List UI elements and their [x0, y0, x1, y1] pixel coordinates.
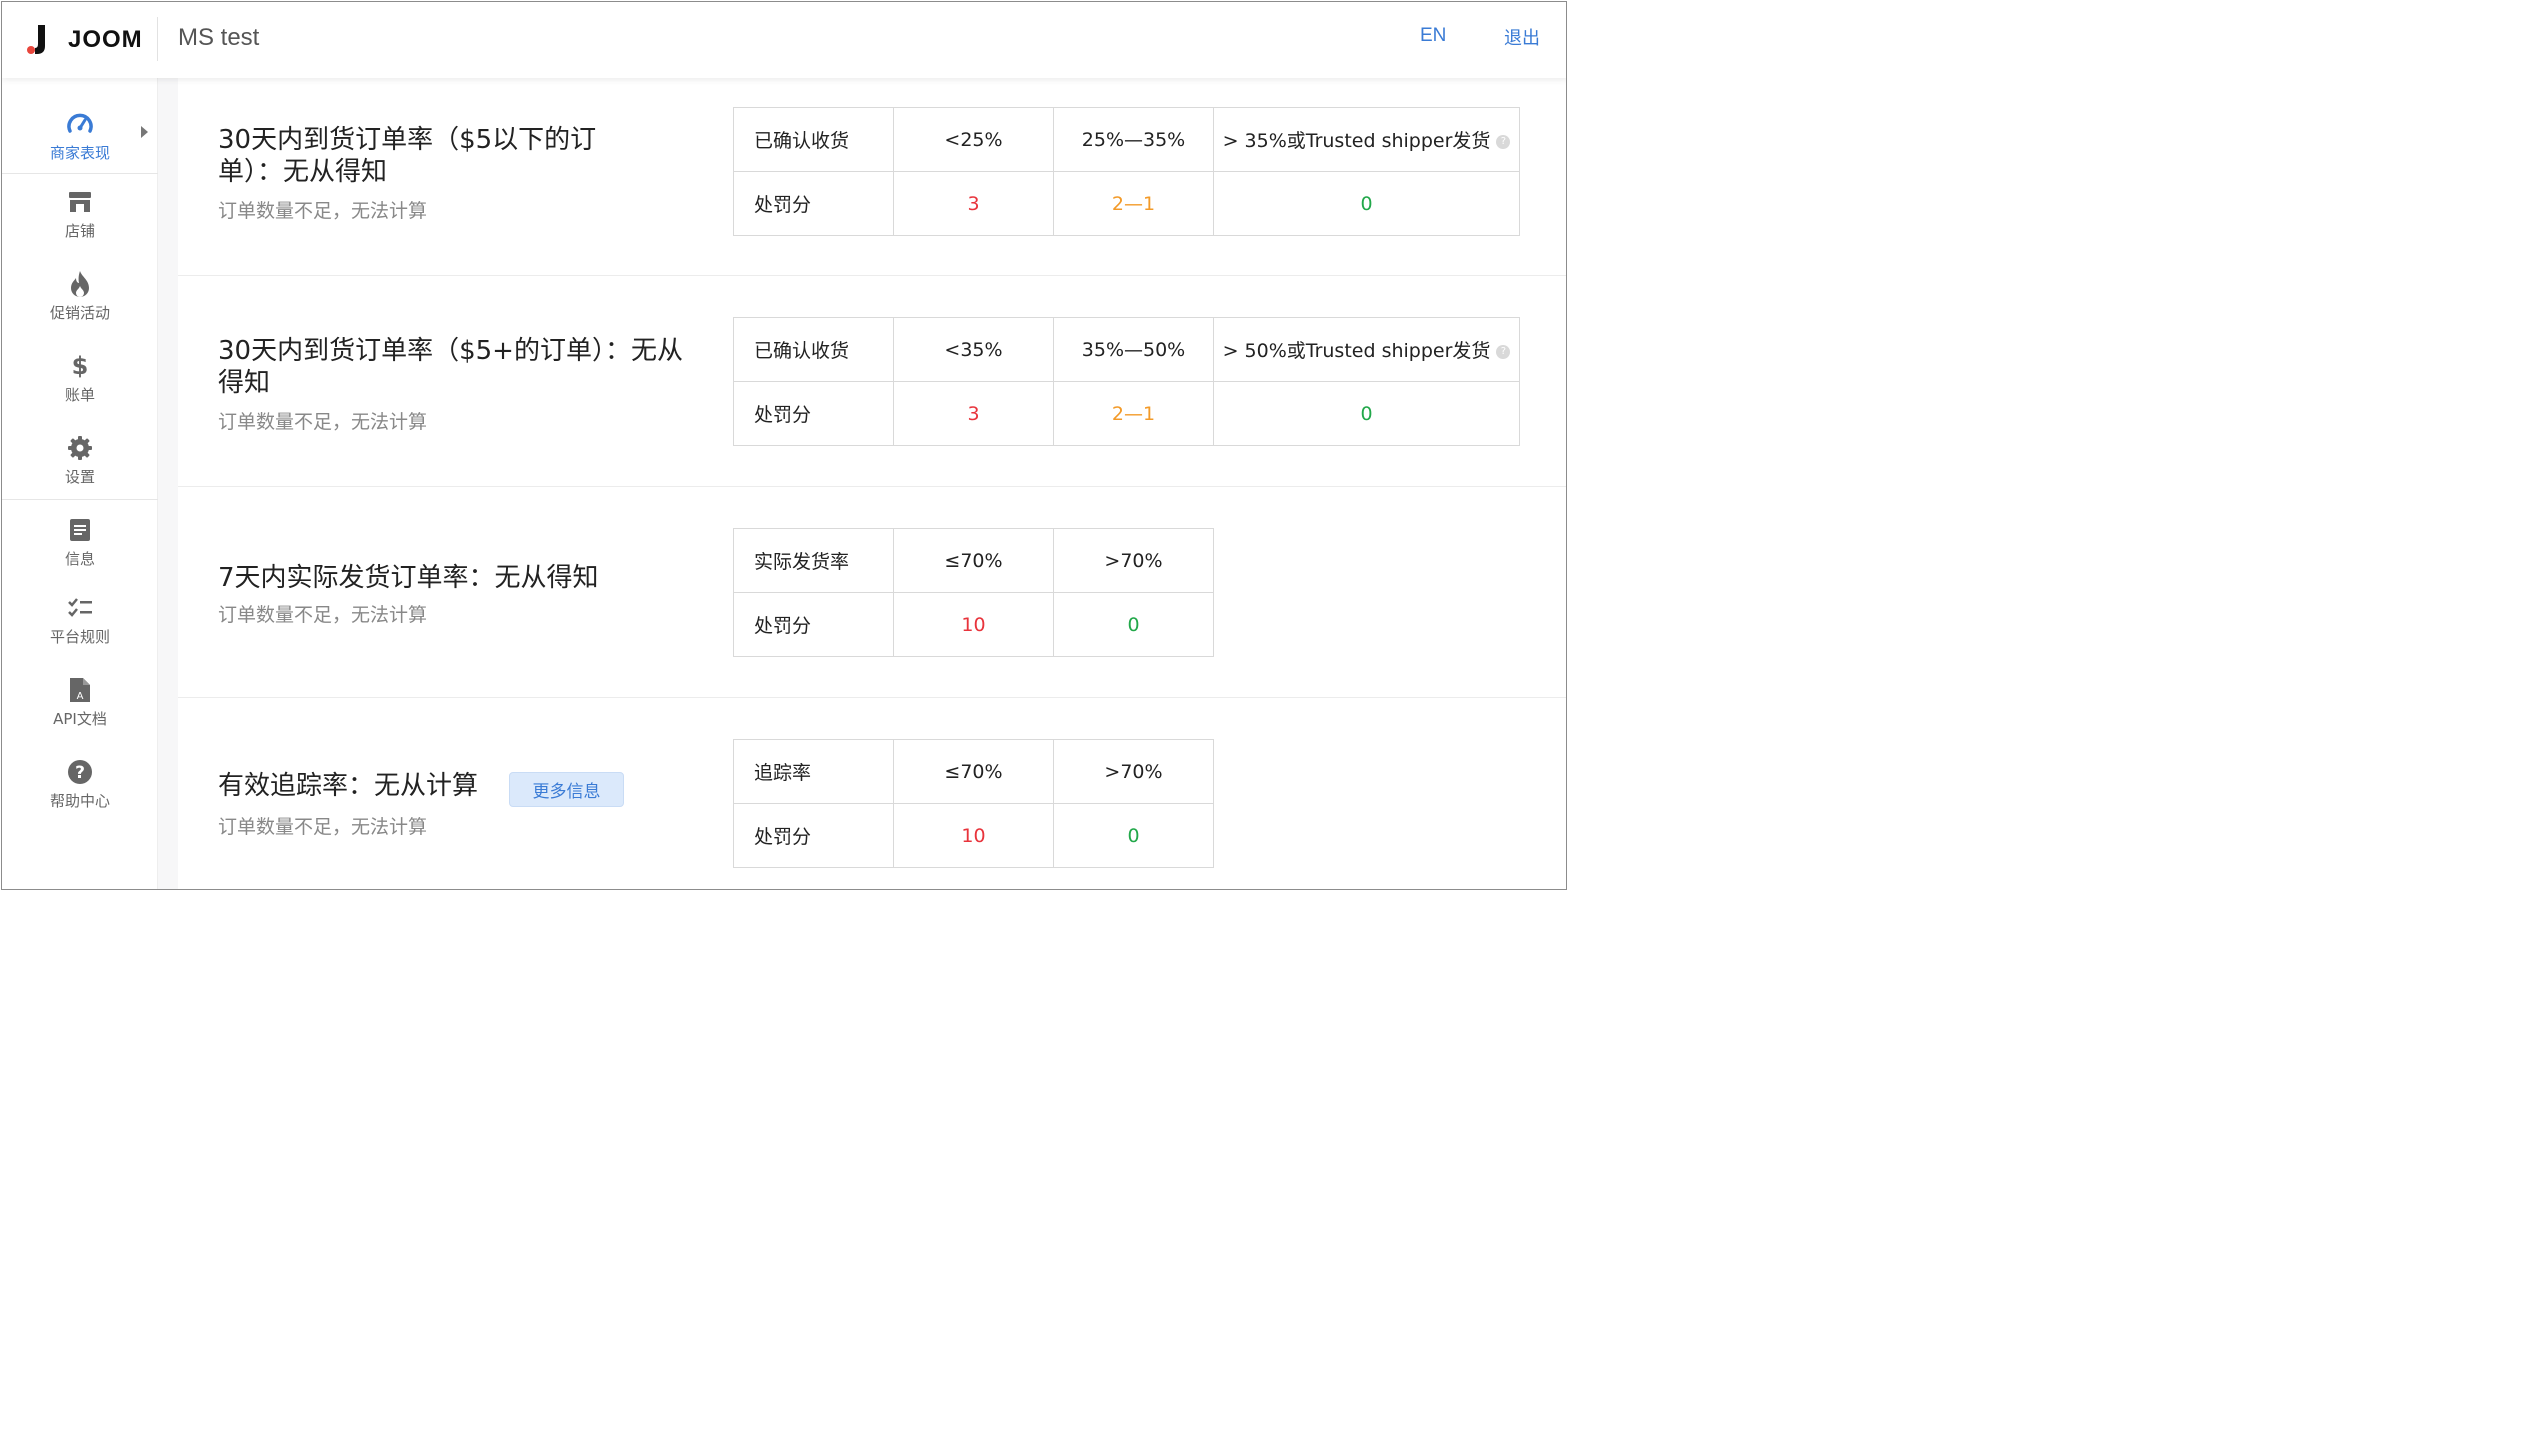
table-row: 实际发货率 ≤70% >70%	[733, 528, 1214, 593]
threshold-label: > 35%或Trusted shipper发货	[1222, 130, 1491, 152]
sidebar-item-store[interactable]: 店铺	[2, 188, 158, 262]
row-header: 处罚分	[733, 592, 894, 657]
document-icon	[65, 516, 95, 544]
joom-logo-mark	[26, 22, 48, 58]
top-header: JOOM MS test EN 退出	[2, 2, 1566, 78]
metric-title: 有效追踪率：无从计算	[218, 771, 479, 801]
chevron-right-icon	[141, 126, 148, 138]
metric-card: 7天内实际发货订单率：无从得知 订单数量不足，无法计算 实际发货率 ≤70% >…	[178, 488, 1566, 698]
app-window: JOOM MS test EN 退出 商家表现 店铺 促销活动 $ 账单 设置 …	[1, 1, 1567, 890]
sidebar-divider	[2, 173, 158, 174]
rule-table: 追踪率 ≤70% >70% 处罚分 10 0	[733, 739, 1214, 868]
sidebar-item-api-docs[interactable]: A API文档	[2, 676, 158, 750]
speedometer-icon	[65, 110, 95, 138]
table-cell: > 50%或Trusted shipper发货?	[1213, 317, 1520, 382]
sidebar-item-platform-rules[interactable]: 平台规则	[2, 594, 158, 668]
sidebar: 商家表现 店铺 促销活动 $ 账单 设置 信息 平台规则 A API文档 ? 帮…	[2, 78, 158, 889]
more-info-button[interactable]: 更多信息	[509, 772, 624, 807]
table-row: 处罚分 3 2—1 0	[733, 171, 1520, 236]
table-cell: 25%—35%	[1053, 107, 1214, 172]
checklist-icon	[65, 594, 95, 622]
row-header: 已确认收货	[733, 107, 894, 172]
metric-subtitle: 订单数量不足，无法计算	[218, 200, 428, 222]
table-row: 已确认收货 <35% 35%—50% > 50%或Trusted shipper…	[733, 317, 1520, 382]
header-divider	[157, 17, 158, 61]
table-row: 追踪率 ≤70% >70%	[733, 739, 1214, 804]
metric-title: 30天内到货订单率（$5+的订单）：无从得知	[218, 336, 683, 398]
table-cell: <35%	[893, 317, 1054, 382]
penalty-value: 3	[893, 381, 1054, 446]
svg-text:?: ?	[75, 763, 85, 783]
penalty-value: 10	[893, 592, 1054, 657]
sidebar-item-messages[interactable]: 信息	[2, 516, 158, 590]
sidebar-item-label: API文档	[53, 710, 107, 728]
help-icon[interactable]: ?	[1496, 344, 1511, 359]
rule-table: 已确认收货 <35% 35%—50% > 50%或Trusted shipper…	[733, 317, 1520, 446]
rule-table: 已确认收货 <25% 25%—35% > 35%或Trusted shipper…	[733, 107, 1520, 236]
row-header: 处罚分	[733, 381, 894, 446]
table-cell: ≤70%	[893, 739, 1054, 804]
row-header: 追踪率	[733, 739, 894, 804]
penalty-value: 3	[893, 171, 1054, 236]
main-content: 30天内到货订单率（$5以下的订单）：无从得知 订单数量不足，无法计算 已确认收…	[178, 78, 1566, 889]
table-row: 处罚分 10 0	[733, 592, 1214, 657]
table-row: 处罚分 3 2—1 0	[733, 381, 1520, 446]
metric-subtitle: 订单数量不足，无法计算	[218, 816, 428, 838]
sidebar-item-label: 平台规则	[49, 628, 110, 646]
penalty-value: 0	[1213, 381, 1520, 446]
sidebar-item-label: 店铺	[64, 222, 95, 240]
store-name: MS test	[178, 24, 260, 51]
language-switch[interactable]: EN	[1420, 25, 1446, 47]
threshold-label: > 50%或Trusted shipper发货	[1222, 340, 1491, 362]
sidebar-divider	[2, 499, 158, 500]
penalty-value: 2—1	[1053, 381, 1214, 446]
sidebar-item-label: 帮助中心	[49, 792, 110, 810]
penalty-value: 0	[1213, 171, 1520, 236]
sidebar-item-label: 设置	[64, 468, 95, 486]
help-circle-icon: ?	[65, 758, 95, 786]
metric-card: 有效追踪率：无从计算 订单数量不足，无法计算 追踪率 ≤70% >70% 处罚分…	[178, 699, 1566, 889]
row-header: 处罚分	[733, 803, 894, 868]
sidebar-item-promotions[interactable]: 促销活动	[2, 270, 158, 344]
penalty-value: 0	[1053, 803, 1214, 868]
metric-subtitle: 订单数量不足，无法计算	[218, 604, 428, 626]
store-icon	[65, 188, 95, 216]
sidebar-item-label: 商家表现	[49, 144, 110, 162]
table-cell: >70%	[1053, 528, 1214, 593]
sidebar-item-help-center[interactable]: ? 帮助中心	[2, 758, 158, 832]
fire-icon	[65, 270, 95, 298]
metric-title: 7天内实际发货订单率：无从得知	[218, 563, 599, 593]
penalty-value: 0	[1053, 592, 1214, 657]
sidebar-item-label: 信息	[64, 550, 95, 568]
table-row: 已确认收货 <25% 25%—35% > 35%或Trusted shipper…	[733, 107, 1520, 172]
table-cell: >70%	[1053, 739, 1214, 804]
gear-icon	[65, 434, 95, 462]
table-cell: > 35%或Trusted shipper发货?	[1213, 107, 1520, 172]
row-header: 处罚分	[733, 171, 894, 236]
sidebar-item-label: 账单	[64, 386, 95, 404]
svg-text:A: A	[77, 691, 84, 702]
penalty-value: 2—1	[1053, 171, 1214, 236]
logout-link[interactable]: 退出	[1504, 24, 1540, 50]
table-cell: ≤70%	[893, 528, 1054, 593]
rule-table: 实际发货率 ≤70% >70% 处罚分 10 0	[733, 528, 1214, 657]
dollar-icon: $	[71, 352, 89, 380]
table-row: 处罚分 10 0	[733, 803, 1214, 868]
table-cell: 35%—50%	[1053, 317, 1214, 382]
table-cell: <25%	[893, 107, 1054, 172]
brand-name: JOOM	[68, 26, 143, 53]
joom-logo[interactable]: JOOM	[26, 20, 143, 60]
metric-subtitle: 订单数量不足，无法计算	[218, 411, 428, 433]
api-file-icon: A	[65, 676, 95, 704]
sidebar-item-settings[interactable]: 设置	[2, 434, 158, 508]
penalty-value: 10	[893, 803, 1054, 868]
sidebar-item-billing[interactable]: $ 账单	[2, 352, 158, 426]
row-header: 已确认收货	[733, 317, 894, 382]
metric-title: 30天内到货订单率（$5以下的订单）：无从得知	[218, 125, 597, 187]
metric-card: 30天内到货订单率（$5+的订单）：无从得知 订单数量不足，无法计算 已确认收货…	[178, 277, 1566, 487]
metric-card: 30天内到货订单率（$5以下的订单）：无从得知 订单数量不足，无法计算 已确认收…	[178, 78, 1566, 276]
row-header: 实际发货率	[733, 528, 894, 593]
help-icon[interactable]: ?	[1496, 134, 1511, 149]
sidebar-item-label: 促销活动	[49, 304, 110, 322]
